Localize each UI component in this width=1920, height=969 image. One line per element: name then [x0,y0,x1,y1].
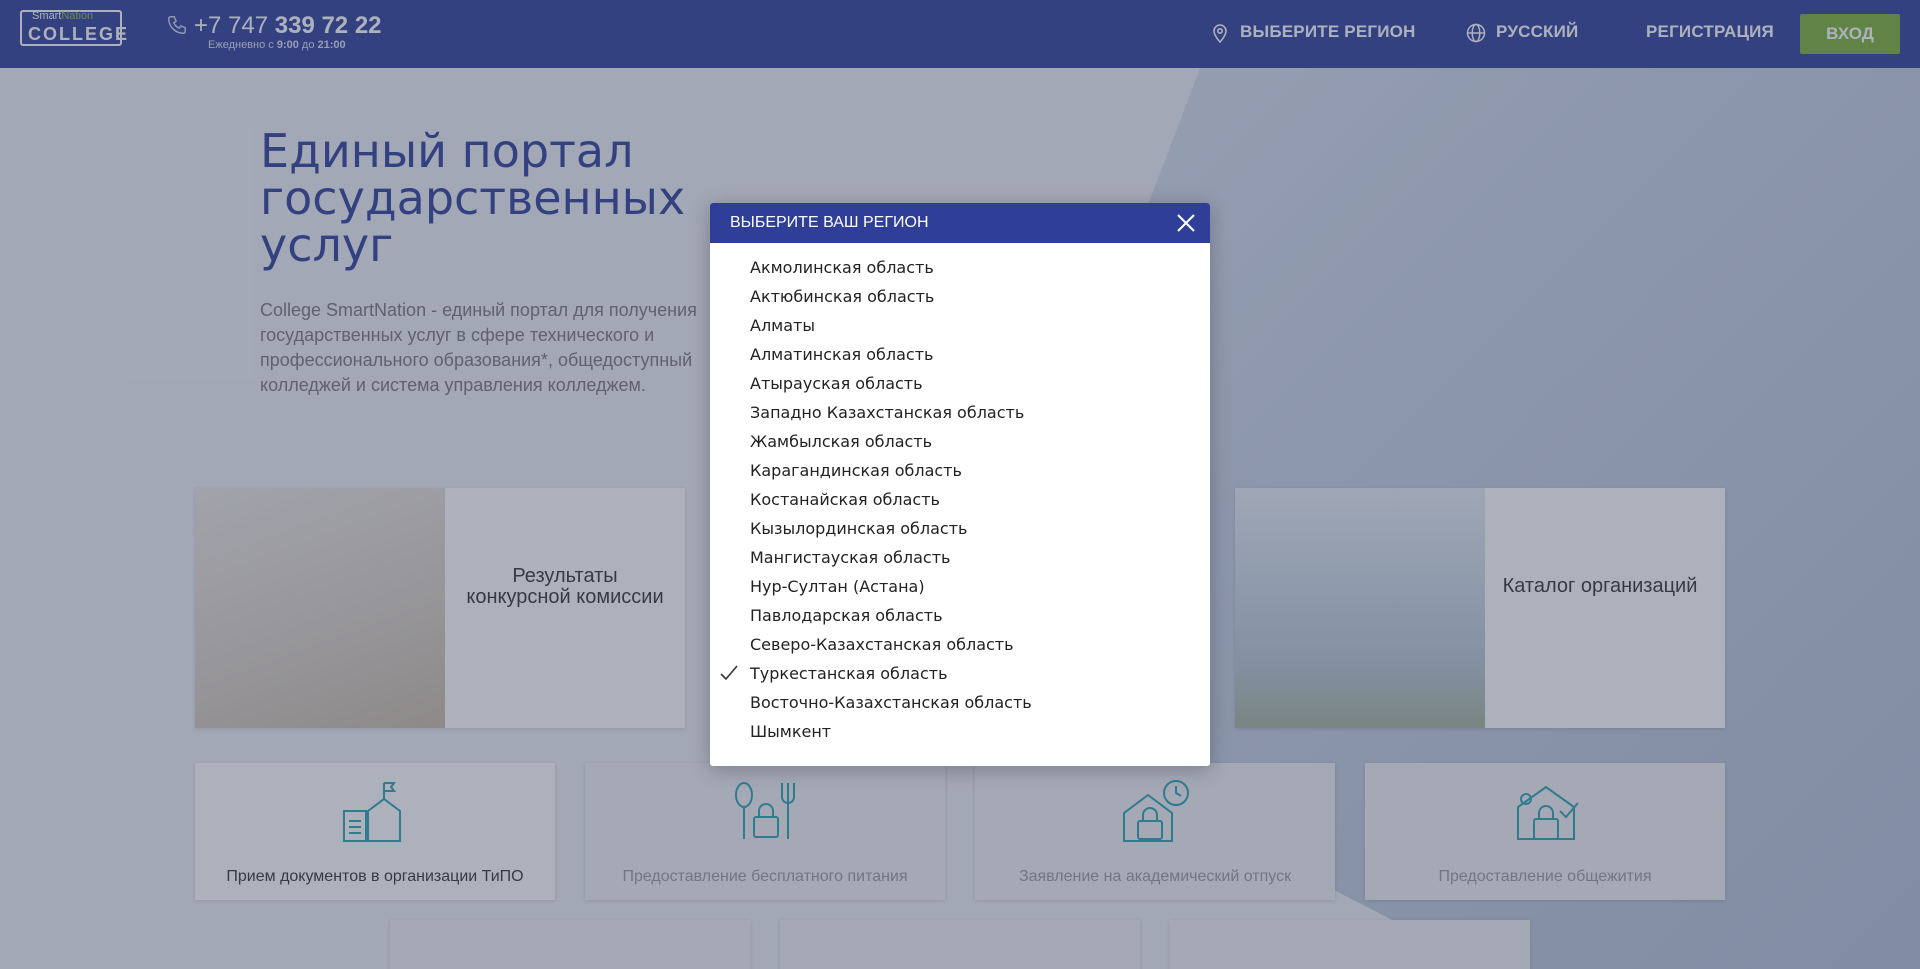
region-item[interactable]: Мангистауская область [710,543,1210,572]
region-item[interactable]: Туркестанская область [710,659,1210,688]
check-icon [720,665,738,681]
region-label: Туркестанская область [750,664,948,683]
close-icon[interactable] [1174,211,1198,235]
region-item[interactable]: Акмолинская область [710,253,1210,282]
region-label: Кызылординская область [750,519,968,538]
region-item[interactable]: Восточно-Казахстанская область [710,688,1210,717]
region-item[interactable]: Жамбылская область [710,427,1210,456]
region-label: Мангистауская область [750,548,951,567]
region-item[interactable]: Атырауская область [710,369,1210,398]
region-label: Костанайская область [750,490,940,509]
region-item[interactable]: Северо-Казахстанская область [710,630,1210,659]
region-label: Жамбылская область [750,432,933,451]
region-item[interactable]: Карагандинская область [710,456,1210,485]
region-item[interactable]: Шымкент [710,717,1210,746]
region-label: Павлодарская область [750,606,943,625]
region-label: Северо-Казахстанская область [750,635,1014,654]
region-label: Западно Казахстанская область [750,403,1025,422]
region-item[interactable]: Алматинская область [710,340,1210,369]
region-item[interactable]: Кызылординская область [710,514,1210,543]
region-modal: Выберите ваш регион Акмолинская область А… [710,203,1210,766]
region-label: Акмолинская область [750,258,934,277]
region-label: Алматы [750,316,815,335]
region-item[interactable]: Павлодарская область [710,601,1210,630]
region-item[interactable]: Западно Казахстанская область [710,398,1210,427]
region-item[interactable]: Костанайская область [710,485,1210,514]
region-label: Нур-Султан (Астана) [750,577,925,596]
region-item[interactable]: Алматы [710,311,1210,340]
modal-title: Выберите ваш регион [730,214,929,231]
modal-header: Выберите ваш регион [710,203,1210,243]
region-label: Карагандинская область [750,461,962,480]
region-label: Актюбинская область [750,287,935,306]
region-item[interactable]: Нур-Султан (Астана) [710,572,1210,601]
region-list: Акмолинская область Актюбинская область Ал… [710,253,1210,746]
region-label: Алматинская область [750,345,934,364]
region-label: Восточно-Казахстанская область [750,693,1032,712]
region-item[interactable]: Актюбинская область [710,282,1210,311]
region-label: Шымкент [750,722,832,741]
region-label: Атырауская область [750,374,923,393]
